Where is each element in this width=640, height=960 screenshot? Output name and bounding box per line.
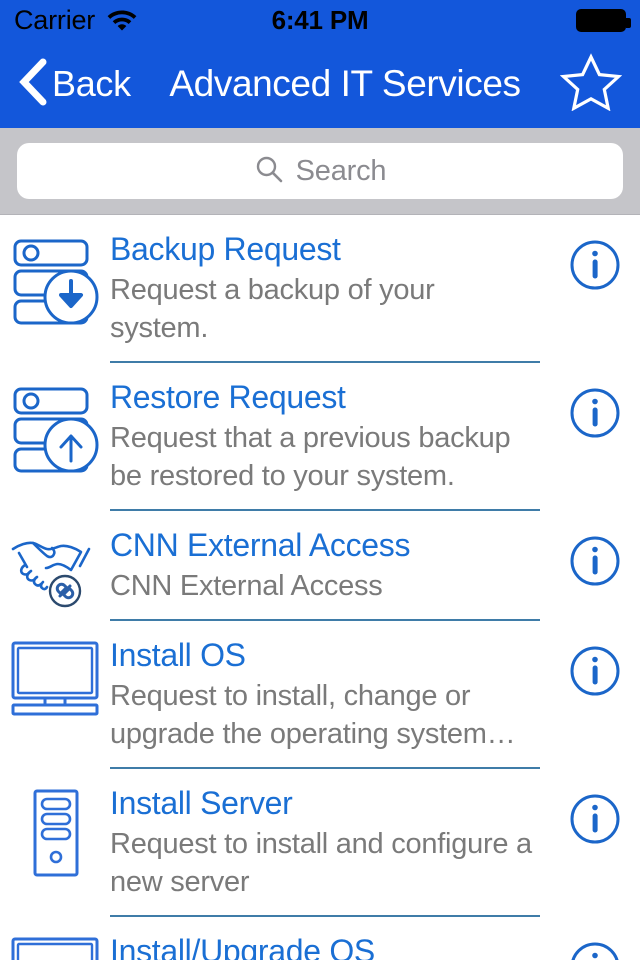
list-item-title: Install/Upgrade OS: [110, 933, 375, 960]
info-button[interactable]: [550, 635, 640, 702]
list-item-title: Install Server: [110, 785, 293, 821]
list-item-title: Backup Request: [110, 231, 341, 267]
service-list: Backup Request Request a backup of your …: [0, 215, 640, 960]
list-item[interactable]: Install Server Request to install and co…: [0, 769, 640, 917]
wifi-icon: [105, 5, 139, 36]
list-item[interactable]: Restore Request Request that a previous …: [0, 363, 640, 511]
handshake-link-icon: [0, 525, 110, 609]
list-item-body: Install Server Request to install and co…: [110, 783, 550, 917]
list-item-body: Restore Request Request that a previous …: [110, 377, 550, 511]
app-screen: Carrier 6:41 PM Back Advanced IT Service…: [0, 0, 640, 960]
carrier-label: Carrier: [14, 4, 96, 35]
info-button[interactable]: [550, 525, 640, 592]
list-item-body: Backup Request Request a backup of your …: [110, 229, 550, 363]
search-icon: [254, 154, 284, 189]
list-item-title: CNN External Access: [110, 527, 411, 563]
chevron-left-icon: [18, 58, 48, 111]
info-circle-icon: [569, 645, 621, 702]
list-item-body: CNN External Access CNN External Access: [110, 525, 550, 621]
list-item[interactable]: Install OS Request to install, change or…: [0, 621, 640, 769]
info-button[interactable]: [550, 931, 640, 960]
info-button[interactable]: [550, 377, 640, 444]
info-circle-icon: [569, 535, 621, 592]
navigation-bar: Back Advanced IT Services: [0, 40, 640, 128]
status-bar-left: Carrier: [14, 5, 139, 36]
list-item-body: Install OS Request to install, change or…: [110, 635, 550, 769]
monitor-icon: [0, 635, 110, 717]
list-item[interactable]: CNN External Access CNN External Access: [0, 511, 640, 621]
server-backup-down-icon: [0, 229, 110, 325]
list-item-subtitle: CNN External Access: [110, 570, 383, 602]
list-item[interactable]: Backup Request Request a backup of your …: [0, 215, 640, 363]
info-circle-icon: [569, 941, 621, 960]
back-button[interactable]: Back: [18, 58, 131, 111]
server-tower-icon: [0, 783, 110, 883]
list-item-subtitle: Request a backup of your system.: [110, 274, 435, 344]
battery-full-icon: [576, 8, 631, 32]
info-button[interactable]: [550, 783, 640, 850]
list-item-subtitle: Request that a previous backup be restor…: [110, 422, 511, 492]
list-item-subtitle: Request to install and configure a new s…: [110, 828, 532, 898]
monitor-icon: [0, 931, 110, 960]
info-circle-icon: [569, 793, 621, 850]
list-item-title: Restore Request: [110, 379, 346, 415]
list-item-subtitle: Request to install, change or upgrade th…: [110, 680, 516, 750]
list-item-title: Install OS: [110, 637, 246, 673]
search-bar-container: Search: [0, 128, 640, 215]
star-outline-icon: [559, 52, 623, 115]
list-item-body: Install/Upgrade OS: [110, 931, 550, 960]
search-input[interactable]: Search: [17, 143, 623, 199]
search-placeholder: Search: [295, 154, 387, 187]
status-bar: Carrier 6:41 PM: [0, 0, 640, 40]
info-circle-icon: [569, 387, 621, 444]
info-button[interactable]: [550, 229, 640, 296]
back-button-label: Back: [52, 63, 131, 104]
favorite-button[interactable]: [559, 52, 623, 116]
list-item[interactable]: Install/Upgrade OS: [0, 917, 640, 960]
status-bar-right: [576, 8, 631, 32]
server-restore-up-icon: [0, 377, 110, 473]
info-circle-icon: [569, 239, 621, 296]
page-title: Advanced IT Services: [169, 63, 521, 104]
